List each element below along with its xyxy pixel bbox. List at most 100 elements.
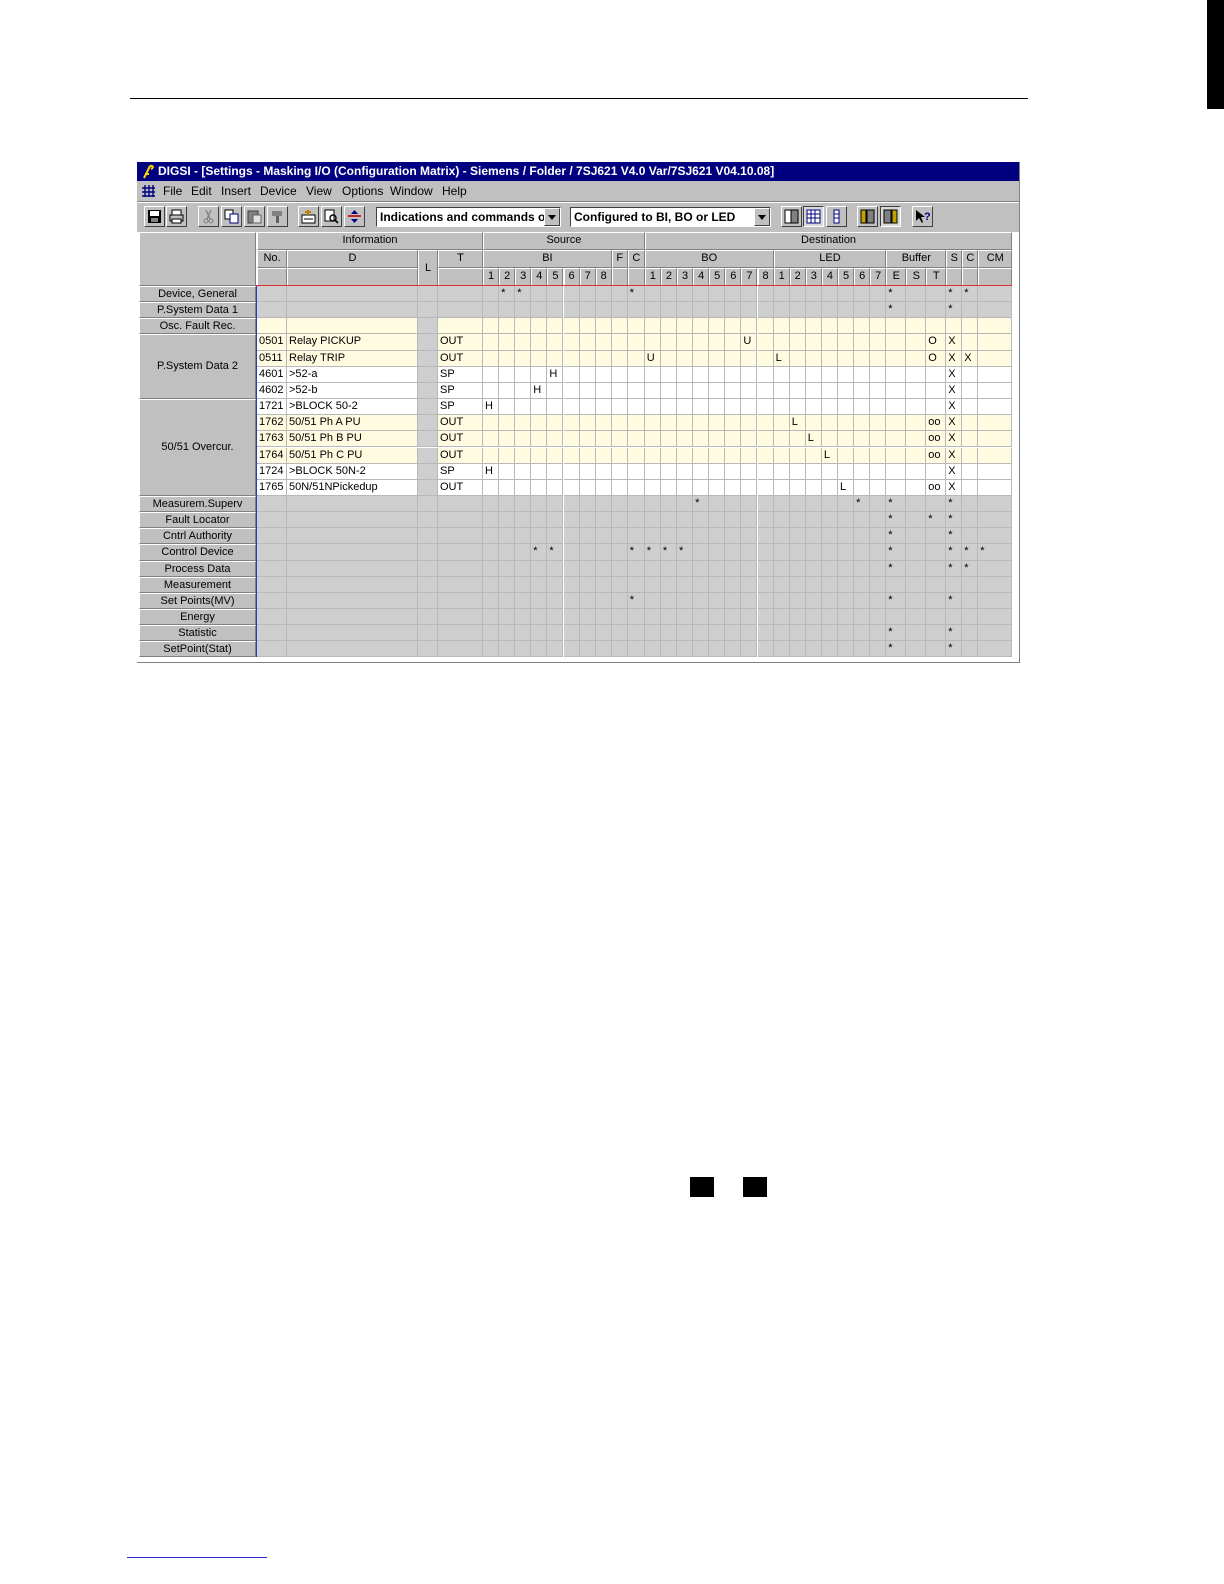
matrix-mark-led6[interactable]: * (854, 495, 871, 513)
matrix-cell[interactable] (962, 576, 979, 593)
matrix-mark-led3[interactable]: L (805, 431, 822, 448)
matrix-cell[interactable] (978, 560, 1013, 577)
matrix-cell[interactable] (627, 399, 645, 416)
matrix-cell[interactable] (287, 576, 418, 593)
matrix-cell[interactable] (531, 415, 548, 432)
matrix-cell[interactable] (483, 560, 500, 577)
matrix-cell[interactable] (499, 431, 516, 448)
group-50-51-overcur-[interactable]: 50/51 Overcur. (139, 399, 256, 496)
matrix-mark-e[interactable]: * (886, 592, 907, 609)
header-bo-5[interactable]: 5 (709, 268, 726, 286)
matrix-cell[interactable] (741, 479, 758, 496)
matrix-cell[interactable] (838, 560, 855, 577)
matrix-cell[interactable] (515, 463, 532, 480)
matrix-cell[interactable] (821, 641, 838, 658)
matrix-cell[interactable] (611, 479, 628, 496)
matrix-cell[interactable] (870, 625, 887, 642)
matrix-mark-bi4[interactable]: H (531, 382, 548, 400)
matrix-mark-c2[interactable]: * (962, 560, 979, 577)
matrix-cell[interactable] (483, 512, 500, 529)
matrix-mark-led4[interactable]: L (821, 447, 838, 464)
matrix-mark-s2[interactable]: * (946, 286, 963, 303)
matrix-cell[interactable] (531, 592, 548, 609)
matrix-cell[interactable] (644, 318, 661, 335)
matrix-cell[interactable] (644, 302, 661, 319)
matrix-cell[interactable] (725, 286, 742, 303)
matrix-cell[interactable] (418, 592, 438, 609)
matrix-cell[interactable] (547, 609, 564, 626)
matrix-cell[interactable] (821, 592, 838, 609)
matrix-cell[interactable] (838, 431, 855, 448)
matrix-cell[interactable] (547, 625, 564, 642)
matrix-cell[interactable] (660, 576, 677, 593)
matrix-cell[interactable] (741, 495, 758, 513)
matrix-cell[interactable] (725, 544, 742, 561)
matrix-mark-s2[interactable]: X (946, 399, 963, 416)
matrix-cell[interactable] (821, 415, 838, 432)
matrix-cell[interactable] (531, 302, 548, 319)
matrix-cell[interactable] (838, 318, 855, 335)
matrix-cell[interactable] (962, 382, 979, 400)
matrix-mark-s2[interactable]: X (946, 350, 963, 367)
matrix-mark-bi3[interactable]: * (515, 286, 532, 303)
matrix-cell[interactable] (725, 382, 742, 400)
matrix-cell[interactable] (579, 366, 596, 383)
matrix-cell[interactable] (926, 382, 947, 400)
matrix-cell[interactable] (515, 592, 532, 609)
matrix-cell[interactable] (499, 528, 516, 545)
info-number[interactable]: 4601 (257, 366, 287, 383)
matrix-cell[interactable] (773, 302, 790, 319)
header-l[interactable]: L (418, 250, 438, 286)
matrix-cell[interactable] (741, 641, 758, 658)
matrix-mark-bo3[interactable]: * (677, 544, 694, 561)
matrix-cell[interactable] (773, 431, 790, 448)
matrix-cell[interactable] (926, 399, 947, 416)
info-number[interactable]: 1721 (257, 399, 287, 416)
matrix-cell[interactable] (677, 415, 694, 432)
matrix-cell[interactable] (611, 302, 628, 319)
matrix-cell[interactable] (978, 318, 1013, 335)
info-description[interactable]: Relay TRIP (287, 350, 418, 367)
matrix-cell[interactable] (579, 382, 596, 400)
matrix-cell[interactable] (773, 544, 790, 561)
matrix-cell[interactable] (978, 447, 1013, 464)
matrix-cell[interactable] (709, 382, 726, 400)
header-bi-4[interactable]: 4 (531, 268, 548, 286)
matrix-mark-s2[interactable]: * (946, 625, 963, 642)
header-t[interactable]: T (438, 250, 483, 268)
matrix-cell[interactable] (499, 495, 516, 513)
matrix-cell[interactable] (854, 463, 871, 480)
matrix-cell[interactable] (499, 576, 516, 593)
matrix-cell[interactable] (725, 463, 742, 480)
matrix-cell[interactable] (595, 447, 612, 464)
matrix-cell[interactable] (644, 463, 661, 480)
matrix-mark-s2[interactable]: * (946, 512, 963, 529)
matrix-cell[interactable] (660, 302, 677, 319)
matrix-cell[interactable] (693, 415, 710, 432)
matrix-cell[interactable] (257, 495, 287, 513)
matrix-mark-s2[interactable]: X (946, 382, 963, 400)
matrix-cell[interactable] (821, 560, 838, 577)
matrix-cell[interactable] (926, 528, 947, 545)
matrix-cell[interactable] (789, 334, 806, 351)
matrix-cell[interactable] (926, 544, 947, 561)
matrix-cell[interactable] (906, 528, 927, 545)
matrix-cell[interactable] (563, 512, 580, 529)
matrix-cell[interactable] (757, 512, 774, 529)
matrix-cell[interactable] (926, 366, 947, 383)
insert-button[interactable] (298, 206, 319, 227)
matrix-cell[interactable] (854, 447, 871, 464)
matrix-cell[interactable] (547, 431, 564, 448)
digsi-app-icon[interactable] (141, 164, 155, 179)
matrix-cell[interactable] (595, 495, 612, 513)
matrix-cell[interactable] (418, 318, 438, 335)
matrix-cell[interactable] (725, 495, 742, 513)
matrix-cell[interactable] (870, 350, 887, 367)
matrix-cell[interactable] (773, 625, 790, 642)
matrix-cell[interactable] (677, 318, 694, 335)
matrix-cell[interactable] (611, 463, 628, 480)
matrix-cell[interactable] (257, 592, 287, 609)
matrix-cell[interactable] (627, 334, 645, 351)
matrix-cell[interactable] (978, 302, 1013, 319)
matrix-cell[interactable] (595, 544, 612, 561)
